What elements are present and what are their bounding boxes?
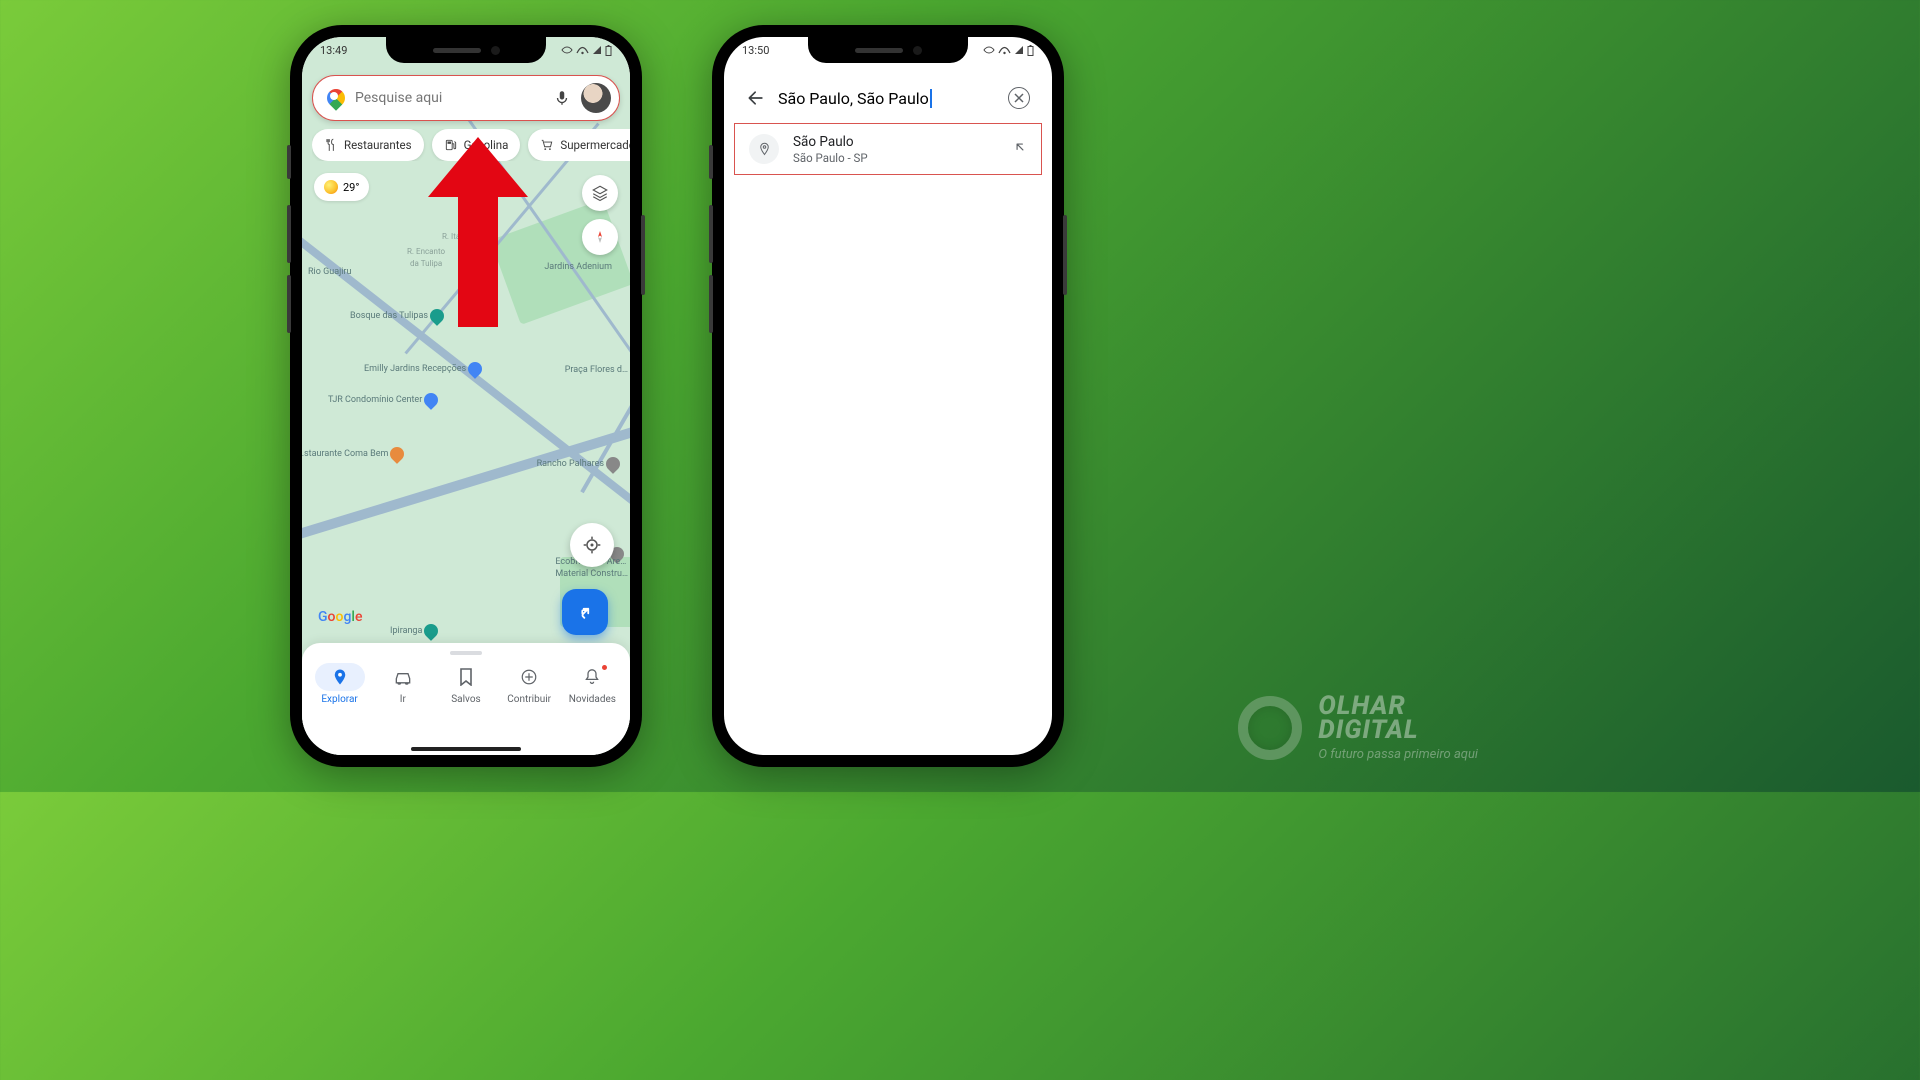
compass-button[interactable] bbox=[582, 219, 618, 255]
nav-saved[interactable]: Salvos bbox=[441, 663, 491, 705]
nav-go[interactable]: Ir bbox=[378, 663, 428, 705]
map-poi[interactable]: Jardins Adenium bbox=[544, 262, 612, 272]
nav-label: Ir bbox=[400, 694, 406, 705]
chip-supermarkets[interactable]: Supermercados bbox=[528, 129, 630, 161]
nav-contribute[interactable]: Contribuir bbox=[504, 663, 554, 705]
side-button bbox=[709, 205, 713, 263]
map-poi[interactable]: Emilly Jardins Recepções bbox=[364, 362, 482, 376]
crosshair-icon bbox=[582, 535, 602, 555]
back-icon[interactable] bbox=[746, 88, 766, 108]
close-icon bbox=[1014, 93, 1024, 103]
insert-arrow-icon[interactable] bbox=[1013, 140, 1027, 158]
status-icons bbox=[983, 45, 1034, 56]
brand-ring-icon bbox=[1238, 696, 1302, 760]
search-input[interactable]: São Paulo, São Paulo bbox=[778, 89, 996, 108]
nav-explore[interactable]: Explorar bbox=[315, 663, 365, 705]
compass-icon bbox=[592, 229, 608, 245]
nav-label: Explorar bbox=[321, 694, 357, 705]
google-logo: Google bbox=[318, 609, 362, 625]
search-bar: São Paulo, São Paulo bbox=[734, 75, 1042, 121]
avatar[interactable] bbox=[581, 83, 611, 113]
bell-icon bbox=[584, 668, 600, 686]
search-result[interactable]: São Paulo São Paulo - SP bbox=[734, 123, 1042, 175]
directions-icon bbox=[574, 601, 596, 623]
phone-left: Rio Guajiru Jardins Adenium Bosque das T… bbox=[290, 25, 642, 767]
map-poi[interactable]: …staurante Coma Bem bbox=[302, 447, 404, 461]
map-poi[interactable]: Praça Flores d… bbox=[565, 365, 628, 375]
status-time: 13:50 bbox=[742, 44, 769, 57]
chip-label: Supermercados bbox=[560, 138, 630, 152]
map-poi[interactable]: Rio Guajiru bbox=[308, 267, 351, 277]
notch bbox=[386, 37, 546, 63]
nav-label: Salvos bbox=[451, 694, 480, 705]
result-title: São Paulo bbox=[793, 134, 999, 150]
map-poi[interactable]: TJR Condomínio Center bbox=[328, 393, 438, 407]
status-time: 13:49 bbox=[320, 44, 347, 57]
pin-icon bbox=[331, 668, 349, 686]
sun-icon bbox=[324, 180, 338, 194]
side-button bbox=[287, 145, 291, 179]
status-icons bbox=[561, 45, 612, 56]
side-button bbox=[287, 275, 291, 333]
nav-label: Contribuir bbox=[507, 694, 551, 705]
nav-updates[interactable]: Novidades bbox=[567, 663, 617, 705]
bookmark-icon bbox=[459, 668, 473, 686]
side-button bbox=[641, 215, 645, 295]
side-button bbox=[709, 275, 713, 333]
map-poi[interactable]: Rancho Palhares bbox=[537, 457, 620, 471]
side-button bbox=[287, 205, 291, 263]
weather-temp: 29° bbox=[343, 181, 359, 194]
home-indicator[interactable] bbox=[411, 747, 521, 751]
bottom-sheet[interactable]: Explorar Ir Salvos Contribuir bbox=[302, 643, 630, 755]
directions-button[interactable] bbox=[562, 589, 608, 635]
plus-circle-icon bbox=[520, 668, 538, 686]
pin-icon bbox=[749, 134, 779, 164]
weather-chip[interactable]: 29° bbox=[314, 173, 369, 201]
sheet-handle[interactable] bbox=[450, 651, 482, 655]
side-button bbox=[1063, 215, 1067, 295]
phone-right: 13:50 São Paulo, São Paulo bbox=[712, 25, 1064, 767]
mic-icon[interactable] bbox=[553, 89, 571, 107]
chip-label: Restaurantes bbox=[344, 138, 412, 152]
cart-icon bbox=[540, 138, 554, 152]
locate-button[interactable] bbox=[570, 523, 614, 567]
nav-label: Novidades bbox=[569, 694, 616, 705]
layers-button[interactable] bbox=[582, 175, 618, 211]
watermark-brand: OLHAR DIGITAL O futuro passa primeiro aq… bbox=[1238, 694, 1478, 762]
chip-restaurants[interactable]: Restaurantes bbox=[312, 129, 424, 161]
side-button bbox=[709, 145, 713, 179]
search-bar[interactable] bbox=[312, 75, 620, 121]
notch bbox=[808, 37, 968, 63]
car-icon bbox=[393, 668, 413, 686]
bottom-nav: Explorar Ir Salvos Contribuir bbox=[302, 659, 630, 705]
result-subtitle: São Paulo - SP bbox=[793, 151, 999, 165]
search-input[interactable] bbox=[355, 90, 543, 106]
annotation-arrow bbox=[428, 137, 528, 327]
maps-pin-icon bbox=[327, 89, 345, 107]
fork-knife-icon bbox=[324, 138, 338, 152]
map-poi[interactable]: Ipiranga bbox=[390, 624, 438, 638]
clear-button[interactable] bbox=[1008, 87, 1030, 109]
layers-icon bbox=[591, 184, 609, 202]
